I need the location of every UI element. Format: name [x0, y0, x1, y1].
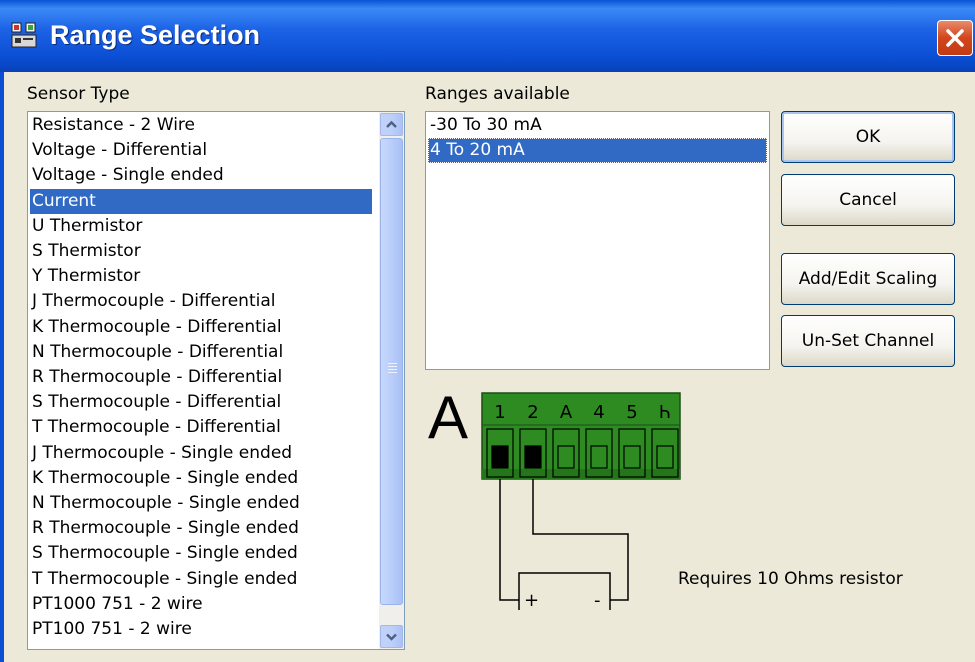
sensor-type-label: Sensor Type	[27, 84, 130, 104]
close-icon	[946, 29, 964, 47]
ok-button[interactable]: OK	[781, 111, 955, 163]
terminal-screw-connected	[524, 445, 542, 469]
terminal-screw-connected	[491, 445, 509, 469]
scroll-thumb[interactable]	[380, 138, 403, 605]
close-button[interactable]	[937, 20, 973, 56]
app-icon	[11, 22, 37, 48]
terminal-label: A	[560, 402, 573, 423]
sensor-type-item[interactable]: J Thermocouple - Single ended	[30, 441, 372, 466]
sensor-type-item[interactable]: U Thermistor	[30, 214, 372, 239]
sensor-type-item[interactable]: T Thermocouple - Single ended	[30, 567, 372, 592]
sensor-type-item[interactable]: K Thermocouple - Differential	[30, 315, 372, 340]
chevron-up-icon	[386, 120, 397, 128]
title-bar[interactable]: Range Selection	[0, 0, 975, 72]
window-title: Range Selection	[50, 20, 261, 50]
chevron-down-icon	[386, 633, 397, 641]
sensor-type-item[interactable]: Voltage - Single ended	[30, 163, 372, 188]
sensor-list-scrollbar[interactable]	[379, 112, 404, 649]
sensor-type-item[interactable]: PT1000 751 - 2 wire	[30, 592, 372, 617]
sensor-type-item[interactable]: R Thermocouple - Differential	[30, 365, 372, 390]
scroll-grip	[388, 369, 397, 370]
sensor-type-item[interactable]: N Thermocouple - Differential	[30, 340, 372, 365]
sensor-type-item[interactable]: N Thermocouple - Single ended	[30, 491, 372, 516]
terminal-block	[481, 392, 681, 480]
sensor-type-item[interactable]: S Thermocouple - Single ended	[30, 541, 372, 566]
terminal-label: Ꮒ	[660, 402, 671, 423]
range-item[interactable]: -30 To 30 mA	[428, 113, 767, 138]
wire-terminal-1	[499, 479, 519, 601]
terminal-label: 2	[527, 402, 538, 423]
sensor-type-item[interactable]: S Thermistor	[30, 239, 372, 264]
sensor-type-item[interactable]: S Thermocouple - Differential	[30, 390, 372, 415]
scroll-grip	[388, 366, 397, 367]
polarity-minus: -	[594, 590, 601, 611]
sensor-type-item[interactable]: R Thermocouple - Single ended	[30, 516, 372, 541]
cancel-button[interactable]: Cancel	[781, 174, 955, 226]
terminal-label: 1	[494, 402, 505, 423]
add-edit-scaling-button[interactable]: Add/Edit Scaling	[781, 253, 955, 305]
terminal-label: 5	[626, 402, 637, 423]
window-frame-left	[0, 72, 4, 662]
sensor-type-list[interactable]: Resistance - 2 Wire Voltage - Differentia…	[27, 111, 405, 650]
scroll-up-button[interactable]	[380, 113, 403, 136]
resistor-note: Requires 10 Ohms resistor	[678, 569, 903, 589]
sensor-type-item[interactable]: T Thermocouple - Differential	[30, 415, 372, 440]
polarity-plus: +	[524, 590, 540, 611]
sensor-type-item[interactable]: Resistance - 2 Wire	[30, 113, 372, 138]
scroll-grip	[388, 363, 397, 364]
sensor-type-item[interactable]: Y Thermistor	[30, 264, 372, 289]
range-item[interactable]: 4 To 20 mA	[428, 138, 767, 163]
sensor-type-item[interactable]: Voltage - Differential	[30, 138, 372, 163]
sensor-type-item[interactable]: K Thermocouple - Single ended	[30, 466, 372, 491]
sensor-type-item[interactable]: Current	[30, 188, 372, 214]
sensor-type-item[interactable]: PT100 751 - 2 wire	[30, 617, 372, 642]
scroll-down-button[interactable]	[380, 625, 403, 648]
channel-letter: A	[428, 384, 469, 451]
wire-terminal-2	[532, 479, 629, 601]
wiring-diagram: 1 2 A4 5 Ꮒ	[481, 392, 681, 610]
unset-channel-button[interactable]: Un-Set Channel	[781, 315, 955, 367]
ranges-available-label: Ranges available	[425, 84, 570, 104]
scroll-grip	[388, 372, 397, 373]
ranges-available-list[interactable]: -30 To 30 mA 4 To 20 mA	[425, 111, 770, 370]
terminal-label: 4	[593, 402, 604, 423]
sensor-type-item[interactable]: J Thermocouple - Differential	[30, 289, 372, 314]
